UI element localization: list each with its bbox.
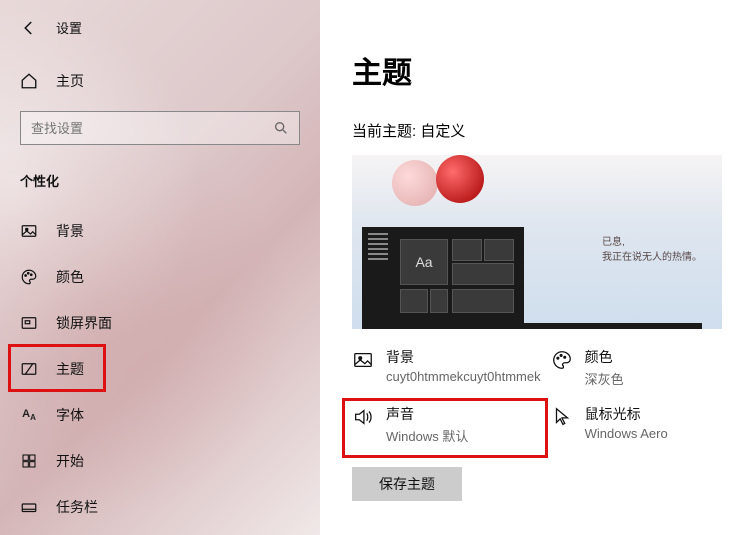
search-icon bbox=[273, 120, 289, 136]
home-icon bbox=[20, 72, 38, 90]
themes-icon bbox=[20, 360, 38, 378]
start-icon bbox=[20, 452, 38, 470]
image-icon bbox=[352, 349, 374, 371]
search-input[interactable] bbox=[31, 121, 273, 136]
option-label: 背景 bbox=[386, 347, 541, 367]
theme-preview[interactable]: 已息, 我正在说无人的热情。 Aa bbox=[352, 155, 722, 329]
palette-icon bbox=[551, 349, 573, 371]
preview-caption: 已息, 我正在说无人的热情。 bbox=[602, 235, 702, 265]
preview-taskbar bbox=[362, 323, 702, 329]
search-input-container[interactable] bbox=[20, 111, 300, 145]
sidebar-item-start[interactable]: 开始 bbox=[0, 438, 320, 484]
sidebar-item-label: 字体 bbox=[56, 405, 84, 425]
sidebar-item-fonts[interactable]: AA 字体 bbox=[0, 392, 320, 438]
option-label: 鼠标光标 bbox=[585, 404, 668, 424]
page-title: 主题 bbox=[352, 48, 738, 92]
aa-tile: Aa bbox=[400, 239, 448, 285]
option-label: 声音 bbox=[386, 404, 468, 424]
sidebar-item-label: 锁屏界面 bbox=[56, 313, 112, 333]
image-icon bbox=[20, 222, 38, 240]
home-label: 主页 bbox=[56, 71, 84, 91]
fonts-icon: AA bbox=[20, 406, 38, 424]
sidebar-item-label: 开始 bbox=[56, 451, 84, 471]
category-header: 个性化 bbox=[0, 165, 320, 208]
lockscreen-icon bbox=[20, 314, 38, 332]
option-value: Windows 默认 bbox=[386, 426, 468, 445]
sidebar-item-label: 任务栏 bbox=[56, 497, 98, 517]
theme-option-background[interactable]: 背景 cuyt0htmmekcuyt0htmmek bbox=[352, 347, 541, 388]
current-theme-label: 当前主题: 自定义 bbox=[352, 120, 738, 141]
theme-option-color[interactable]: 颜色 深灰色 bbox=[551, 347, 738, 388]
option-value: 深灰色 bbox=[585, 369, 624, 388]
option-value: cuyt0htmmekcuyt0htmmek bbox=[386, 369, 541, 384]
theme-option-cursor[interactable]: 鼠标光标 Windows Aero bbox=[551, 404, 738, 445]
option-label: 颜色 bbox=[585, 347, 624, 367]
sound-icon bbox=[352, 406, 374, 428]
option-value: Windows Aero bbox=[585, 426, 668, 441]
home-button[interactable]: 主页 bbox=[0, 61, 320, 111]
taskbar-icon bbox=[20, 498, 38, 516]
sidebar-item-label: 主题 bbox=[56, 359, 84, 379]
save-theme-button[interactable]: 保存主题 bbox=[352, 467, 462, 501]
sidebar-item-label: 颜色 bbox=[56, 267, 84, 287]
theme-option-sound[interactable]: 声音 Windows 默认 bbox=[352, 404, 541, 445]
sidebar-item-taskbar[interactable]: 任务栏 bbox=[0, 484, 320, 530]
sidebar-item-themes[interactable]: 主题 bbox=[0, 346, 320, 392]
palette-icon bbox=[20, 268, 38, 286]
back-button[interactable] bbox=[20, 19, 38, 37]
app-title: 设置 bbox=[56, 18, 82, 37]
sidebar-item-background[interactable]: 背景 bbox=[0, 208, 320, 254]
preview-start-menu: Aa bbox=[362, 227, 524, 323]
sidebar-item-lockscreen[interactable]: 锁屏界面 bbox=[0, 300, 320, 346]
sidebar-item-colors[interactable]: 颜色 bbox=[0, 254, 320, 300]
cursor-icon bbox=[551, 406, 573, 428]
sidebar-item-label: 背景 bbox=[56, 221, 84, 241]
